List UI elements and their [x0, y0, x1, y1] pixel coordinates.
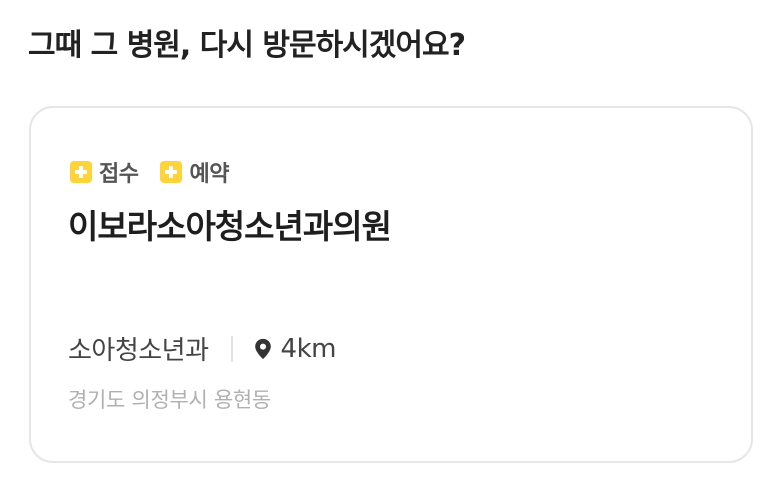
- hospital-card[interactable]: 접수 예약 이보라소아청소년과의원 소아청소년과 4km 경기도 의정부시 용현…: [29, 106, 753, 463]
- department-label: 소아청소년과: [68, 336, 209, 366]
- service-badges: 접수 예약: [70, 156, 229, 188]
- badge-reception: 접수: [70, 156, 139, 188]
- badge-label: 예약: [189, 162, 229, 187]
- distance-value: 4km: [280, 333, 337, 364]
- revisit-prompt-page: 그때 그 병원, 다시 방문하시겠어요? 접수 예약 이보라소아청소년과의원 소…: [0, 0, 773, 483]
- clinic-address: 경기도 의정부시 용현동: [68, 388, 271, 412]
- badge-reservation: 예약: [160, 156, 229, 188]
- revisit-question-title: 그때 그 병원, 다시 방문하시겠어요?: [28, 28, 466, 63]
- divider: [230, 335, 233, 362]
- clinic-meta: 소아청소년과 4km: [68, 330, 336, 367]
- location-pin-icon: [254, 338, 271, 359]
- badge-label: 접수: [99, 162, 139, 187]
- plus-square-icon: [70, 161, 92, 183]
- plus-square-icon: [160, 161, 183, 183]
- clinic-name: 이보라소아청소년과의원: [68, 207, 392, 246]
